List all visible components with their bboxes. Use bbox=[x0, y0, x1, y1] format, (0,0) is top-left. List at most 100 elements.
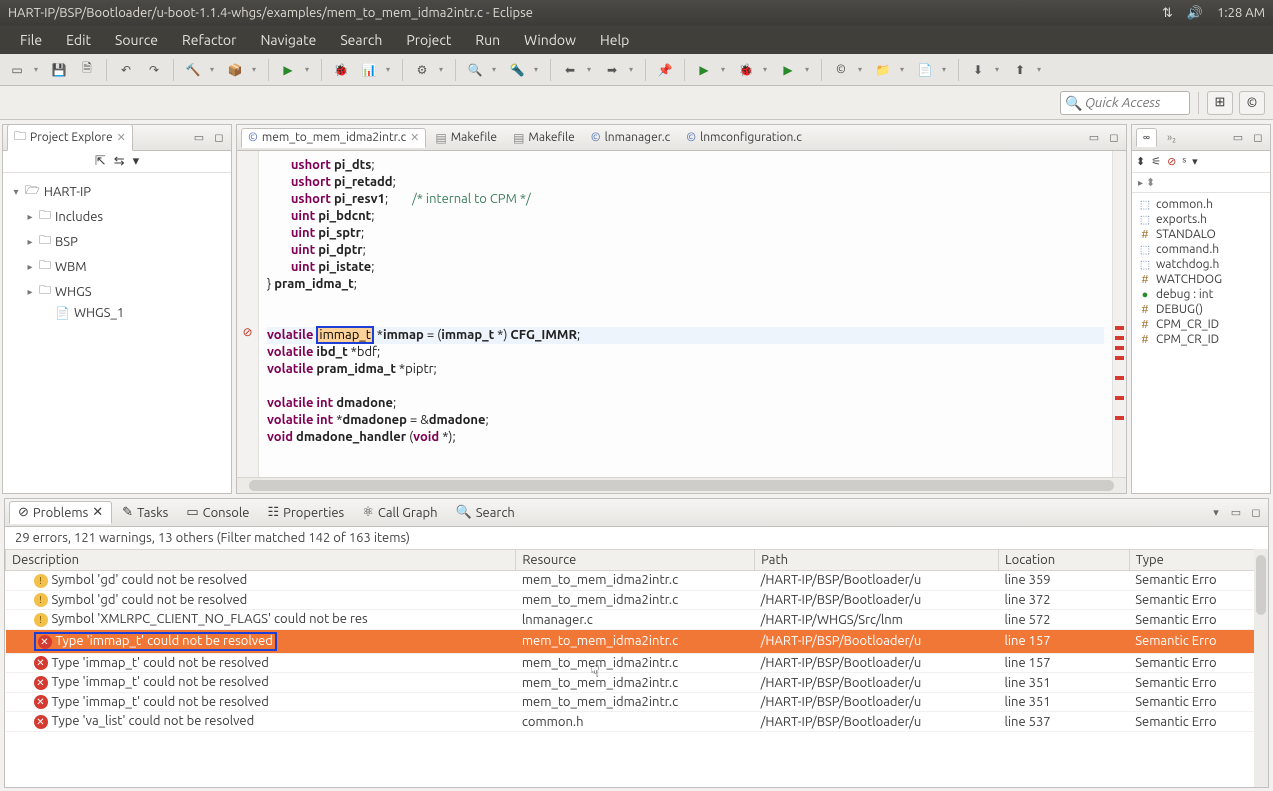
outline-item-1[interactable]: ⬚exports.h bbox=[1134, 212, 1268, 227]
horizontal-scrollbar[interactable] bbox=[237, 477, 1126, 493]
column-path[interactable]: Path bbox=[755, 550, 999, 571]
tree-item-includes[interactable]: ▸🗀Includes bbox=[7, 204, 227, 229]
tree-root[interactable]: ▾🗁HART-IP bbox=[7, 179, 227, 204]
editor-tab-1[interactable]: ▤Makefile bbox=[428, 128, 504, 148]
coverage-button[interactable]: ▶ bbox=[777, 59, 799, 81]
menu-edit[interactable]: Edit bbox=[56, 30, 101, 50]
collapse-all-icon[interactable]: ⇱ bbox=[95, 154, 106, 169]
minimize-button[interactable]: ▭ bbox=[1086, 130, 1102, 146]
table-row[interactable]: ✕Type 'va_list' could not be resolvedcom… bbox=[6, 712, 1268, 732]
tab-console[interactable]: ▭Console bbox=[178, 502, 257, 523]
open-perspective-button[interactable]: ⊞ bbox=[1207, 91, 1233, 115]
tab-search[interactable]: 🔍Search bbox=[448, 502, 523, 523]
debug-button[interactable]: 🐞 bbox=[330, 59, 352, 81]
column-type[interactable]: Type bbox=[1129, 550, 1267, 571]
run-button[interactable]: ▶ bbox=[277, 59, 299, 81]
outline-item-4[interactable]: ⬚watchdog.h bbox=[1134, 257, 1268, 272]
table-row[interactable]: !Symbol 'gd' could not be resolvedmem_to… bbox=[6, 590, 1268, 610]
c-perspective-button[interactable]: © bbox=[1239, 91, 1265, 115]
search-button[interactable]: 🔦 bbox=[506, 59, 528, 81]
sort-icon[interactable]: ⬍ bbox=[1136, 155, 1145, 168]
outline-item-6[interactable]: ●debug : int bbox=[1134, 287, 1268, 302]
nav-back-button[interactable]: ⬅ bbox=[559, 59, 581, 81]
menu-refactor[interactable]: Refactor bbox=[172, 30, 246, 50]
table-row[interactable]: ✕Type 'immap_t' could not be resolvedmem… bbox=[6, 653, 1268, 673]
table-row[interactable]: ✕Type 'immap_t' could not be resolvedmem… bbox=[6, 629, 1268, 653]
chevron-down-icon[interactable]: ▸ bbox=[1138, 177, 1143, 188]
view-menu-icon[interactable]: ▾ bbox=[133, 154, 140, 169]
tab-properties[interactable]: ☷Properties bbox=[259, 502, 352, 523]
outline-item-2[interactable]: #STANDALO bbox=[1134, 227, 1268, 242]
code-editor[interactable]: ushort pi_dts; ushort pi_retadd; ushort … bbox=[259, 151, 1112, 477]
minimize-button[interactable]: ▭ bbox=[1230, 130, 1246, 146]
outline-item-9[interactable]: #CPM_CR_ID bbox=[1134, 332, 1268, 347]
tree-item-whgs[interactable]: ▸🗀WHGS bbox=[7, 279, 227, 304]
pin-button[interactable]: 📌 bbox=[654, 59, 676, 81]
prev-annotation-button[interactable]: ⬆ bbox=[1009, 59, 1031, 81]
close-icon[interactable]: ✕ bbox=[92, 505, 103, 520]
tree-item-bsp[interactable]: ▸🗀BSP bbox=[7, 229, 227, 254]
menu-help[interactable]: Help bbox=[590, 30, 639, 50]
menu-source[interactable]: Source bbox=[105, 30, 168, 50]
project-explorer-tab[interactable]: 🗀 Project Explore ✕ bbox=[7, 124, 133, 151]
close-icon[interactable]: ✕ bbox=[410, 131, 419, 144]
column-resource[interactable]: Resource bbox=[516, 550, 755, 571]
hide-static-icon[interactable]: ˢ bbox=[1182, 156, 1186, 168]
close-icon[interactable]: ✕ bbox=[117, 131, 126, 144]
hide-fields-icon[interactable]: ⊘ bbox=[1167, 155, 1176, 168]
outline-item-7[interactable]: #DEBUG() bbox=[1134, 302, 1268, 317]
editor-tab-3[interactable]: ©lnmanager.c bbox=[584, 128, 677, 148]
tab-tasks[interactable]: ✎Tasks bbox=[114, 502, 176, 523]
redo-button[interactable]: ↷ bbox=[143, 59, 165, 81]
menu-window[interactable]: Window bbox=[514, 30, 586, 50]
outline-tab[interactable]: ∞ bbox=[1136, 128, 1157, 147]
link-editor-icon[interactable]: ⇆ bbox=[114, 154, 125, 169]
new-package-button[interactable]: 📁 bbox=[872, 59, 894, 81]
open-type-button[interactable]: 🔍 bbox=[464, 59, 486, 81]
editor-tab-0[interactable]: ©mem_to_mem_idma2intr.c✕ bbox=[241, 128, 426, 148]
outline-item-3[interactable]: ⬚command.h bbox=[1134, 242, 1268, 257]
vertical-scrollbar[interactable] bbox=[1254, 549, 1268, 787]
network-icon[interactable]: ⇅ bbox=[1162, 6, 1173, 21]
table-row[interactable]: !Symbol 'gd' could not be resolvedmem_to… bbox=[6, 571, 1268, 591]
table-row[interactable]: ✕Type 'immap_t' could not be resolvedmem… bbox=[6, 673, 1268, 693]
editor-gutter[interactable]: ⊘ bbox=[237, 151, 259, 477]
table-row[interactable]: ✕Type 'immap_t' could not be resolvedmem… bbox=[6, 692, 1268, 712]
menu-navigate[interactable]: Navigate bbox=[250, 30, 326, 50]
new-file-button[interactable]: 📄 bbox=[914, 59, 936, 81]
profile-button[interactable]: 📊 bbox=[358, 59, 380, 81]
volume-icon[interactable]: 🔊 bbox=[1187, 6, 1203, 21]
view-menu-icon[interactable]: ▾ bbox=[1192, 155, 1198, 168]
minimize-button[interactable]: ▭ bbox=[1228, 505, 1244, 521]
column-description[interactable]: Description bbox=[6, 550, 516, 571]
outline-item-0[interactable]: ⬚common.h bbox=[1134, 197, 1268, 212]
editor-tab-4[interactable]: ©lnmconfiguration.c bbox=[679, 128, 809, 148]
editor-tab-2[interactable]: ▤Makefile bbox=[506, 128, 582, 148]
new-class-button[interactable]: © bbox=[830, 59, 852, 81]
save-button[interactable]: 💾 bbox=[48, 59, 70, 81]
save-all-button[interactable]: 🗎 bbox=[76, 59, 98, 81]
run-last-button[interactable]: ▶ bbox=[693, 59, 715, 81]
new-button[interactable]: ▭ bbox=[6, 59, 28, 81]
problems-table[interactable]: DescriptionResourcePathLocationType !Sym… bbox=[5, 549, 1268, 732]
filter-icon[interactable]: ⚟ bbox=[1151, 155, 1161, 168]
build-all-button[interactable]: 📦 bbox=[224, 59, 246, 81]
tree-item-wbm[interactable]: ▸🗀WBM bbox=[7, 254, 227, 279]
view-menu-icon[interactable]: ▾ bbox=[1208, 505, 1224, 521]
menu-project[interactable]: Project bbox=[396, 30, 461, 50]
maximize-button[interactable]: ◻ bbox=[1250, 130, 1266, 146]
undo-button[interactable]: ↶ bbox=[115, 59, 137, 81]
external-tools-button[interactable]: ⚙ bbox=[411, 59, 433, 81]
menu-run[interactable]: Run bbox=[465, 30, 510, 50]
outline-item-5[interactable]: #WATCHDOG bbox=[1134, 272, 1268, 287]
table-row[interactable]: !Symbol 'XMLRPC_CLIENT_NO_FLAGS' could n… bbox=[6, 610, 1268, 630]
debug-last-button[interactable]: 🐞 bbox=[735, 59, 757, 81]
next-annotation-button[interactable]: ⬇ bbox=[967, 59, 989, 81]
nav-fwd-button[interactable]: ➡ bbox=[601, 59, 623, 81]
tab-problems[interactable]: ⊘Problems✕ bbox=[9, 501, 112, 524]
build-button[interactable]: 🔨 bbox=[182, 59, 204, 81]
maximize-button[interactable]: ◻ bbox=[211, 130, 227, 146]
clock[interactable]: 1:28 AM bbox=[1217, 6, 1265, 20]
outline-item-8[interactable]: #CPM_CR_ID bbox=[1134, 317, 1268, 332]
tree-item-whgs1[interactable]: 📄WHGS_1 bbox=[7, 304, 227, 322]
